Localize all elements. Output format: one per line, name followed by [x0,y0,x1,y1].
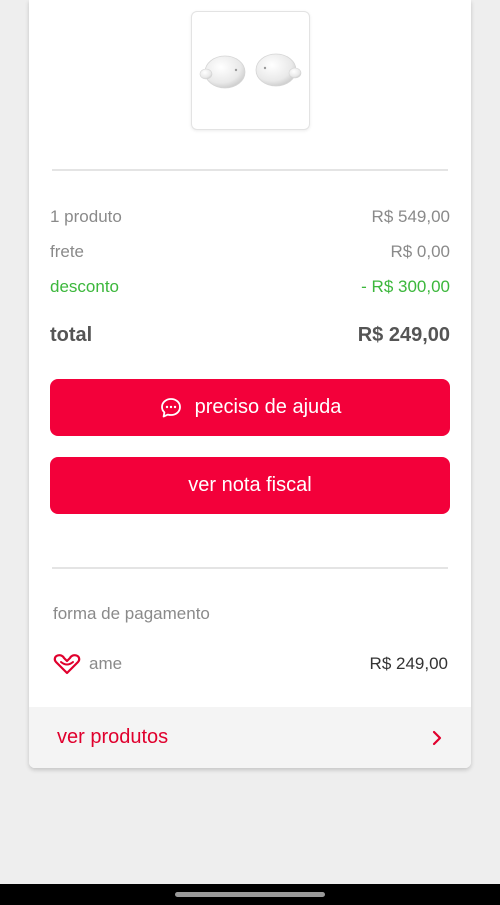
shipping-value: R$ 0,00 [390,242,450,261]
payment-method-row: ame R$ 249,00 [53,651,448,677]
ame-heart-icon [53,654,81,675]
discount-label: desconto [50,277,119,296]
shipping-row: frete R$ 0,00 [50,241,450,263]
product-thumbnail[interactable] [191,11,310,130]
discount-row: desconto - R$ 300,00 [50,276,450,298]
shipping-label: frete [50,242,85,261]
home-gesture-handle[interactable] [175,892,325,897]
view-products-label: ver produtos [57,726,169,748]
view-products-link[interactable]: ver produtos [29,707,471,768]
payment-amount: R$ 249,00 [369,654,448,673]
earbuds-image [199,53,302,89]
invoice-button-label: ver nota fiscal [188,474,312,496]
total-label: total [50,323,93,346]
chat-bubble-icon [160,397,181,417]
payment-section-title: forma de pagamento [53,604,210,623]
invoice-button[interactable]: ver nota fiscal [50,457,450,514]
payment-divider [52,567,448,569]
order-card: 1 produto R$ 549,00 frete R$ 0,00 descon… [29,0,471,768]
products-summary-row: 1 produto R$ 549,00 [50,206,450,228]
discount-value: - R$ 300,00 [361,277,450,296]
total-row: total R$ 249,00 [50,322,450,348]
products-subtotal: R$ 549,00 [371,207,450,226]
system-navigation-bar [0,884,500,905]
payment-method-label: ame [89,654,123,673]
total-value: R$ 249,00 [357,323,450,346]
summary-divider [52,169,448,171]
help-button-label: preciso de ajuda [194,396,342,418]
products-count-label: 1 produto [50,207,122,226]
chevron-right-icon [432,730,442,745]
order-details-screen: 1 produto R$ 549,00 frete R$ 0,00 descon… [0,0,500,905]
help-button[interactable]: preciso de ajuda [50,379,450,436]
